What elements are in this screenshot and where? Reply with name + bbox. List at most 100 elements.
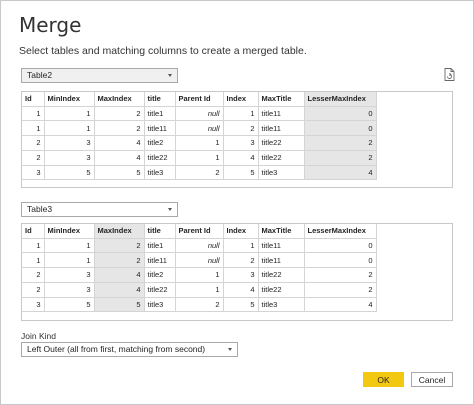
table-cell: 4 [304,165,377,181]
table-cell: 4 [94,135,145,151]
table-row: 2 3 4 title2 1 3 title22 2 [22,135,377,151]
column-header[interactable]: Index [223,224,259,239]
table-cell: 3 [44,282,95,298]
column-header[interactable]: Index [223,92,259,107]
table-cell: 3 [22,165,45,181]
table-cell: 1 [22,252,45,269]
table-cell: 2 [94,238,145,254]
table-cell: 5 [94,165,145,181]
first-table-grid: Id MinIndex MaxIndex title Parent Id Index Max… [22,92,377,181]
table-cell: null [175,238,224,254]
table-header-row: Id MinIndex MaxIndex title Parent Id Index Max… [22,224,377,239]
first-table-dropdown[interactable]: Table2 [21,68,178,83]
table-cell: 4 [223,150,259,166]
table-row: 2 3 4 title22 1 4 title22 2 [22,150,377,166]
table-cell: 5 [44,297,95,313]
table-cell: 2 [94,106,145,122]
cancel-button[interactable]: Cancel [411,372,453,387]
column-header[interactable]: LesserMaxIndex [304,92,377,107]
table-cell: 2 [22,135,45,151]
table-cell: title11 [258,106,305,122]
table-cell: 2 [94,120,145,137]
table-cell: title11 [258,120,305,137]
table-cell: title1 [144,106,176,122]
table-cell: 2 [223,252,259,269]
table-cell: 0 [304,238,377,254]
table-header-row: Id MinIndex MaxIndex title Parent Id Index Max… [22,92,377,107]
column-header[interactable]: MinIndex [44,224,95,239]
table-cell: 1 [175,135,224,151]
table-cell: 3 [223,267,259,283]
table-row: 3 5 5 title3 2 5 title3 4 [22,165,377,181]
table-cell: 0 [304,252,377,269]
table-cell: title3 [144,165,176,181]
table-cell: title2 [144,135,176,151]
table-cell: 1 [175,282,224,298]
join-kind-value: Left Outer (all from first, matching fro… [27,344,206,354]
table-cell: 0 [304,120,377,137]
table-cell: title11 [258,252,305,269]
table-cell: 2 [175,297,224,313]
table-cell: title22 [144,150,176,166]
second-table-grid: Id MinIndex MaxIndex title Parent Id Index Max… [22,224,377,313]
table-row: 1 1 2 title1 null 1 title11 0 [22,238,377,254]
table-cell: 1 [22,238,45,254]
column-header[interactable]: MaxTitle [258,92,305,107]
table-row: 2 3 4 title2 1 3 title22 2 [22,267,377,283]
table-cell: 2 [304,267,377,283]
table-row: 2 3 4 title22 1 4 title22 2 [22,282,377,298]
table-cell: title22 [258,282,305,298]
table-cell: 2 [22,150,45,166]
join-kind-label: Join Kind [21,331,56,341]
table-cell: 1 [44,106,95,122]
first-table-preview: Id MinIndex MaxIndex title Parent Id Index Max… [21,91,453,188]
table-cell: null [175,252,224,269]
column-header[interactable]: title [144,224,176,239]
second-table-dropdown-value: Table3 [27,204,53,214]
table-cell: 1 [175,267,224,283]
table-cell: 2 [22,267,45,283]
table-row: 1 1 2 title11 null 2 title11 0 [22,252,377,269]
second-table-preview: Id MinIndex MaxIndex title Parent Id Index Max… [21,223,453,321]
column-header[interactable]: MaxTitle [258,224,305,239]
column-header[interactable]: LesserMaxIndex [304,224,377,239]
column-header[interactable]: Parent Id [175,92,224,107]
table-cell: 5 [44,165,95,181]
table-cell: 3 [223,135,259,151]
table-cell: 3 [22,297,45,313]
table-cell: title22 [258,135,305,151]
column-header[interactable]: Id [22,92,45,107]
table-cell: 2 [22,282,45,298]
table-cell: title3 [258,297,305,313]
column-header[interactable]: MinIndex [44,92,95,107]
table-cell: null [175,106,224,122]
table-cell: 3 [44,267,95,283]
column-header[interactable]: title [144,92,176,107]
join-kind-dropdown[interactable]: Left Outer (all from first, matching fro… [21,342,238,357]
column-header[interactable]: MaxIndex [94,92,145,107]
table-cell: 1 [223,106,259,122]
ok-button[interactable]: OK [363,372,404,387]
column-header[interactable]: Parent Id [175,224,224,239]
second-table-dropdown[interactable]: Table3 [21,202,178,217]
table-cell: 1 [223,238,259,254]
table-cell: title2 [144,267,176,283]
column-header[interactable]: Id [22,224,45,239]
table-cell: title22 [258,150,305,166]
table-cell: 4 [94,150,145,166]
chevron-down-icon [228,348,232,351]
table-cell: 3 [44,150,95,166]
table-cell: 3 [44,135,95,151]
column-header[interactable]: MaxIndex [94,224,145,239]
table-cell: title11 [144,252,176,269]
merge-dialog: Merge Select tables and matching columns… [0,0,474,405]
table-cell: 2 [223,120,259,137]
table-cell: 4 [94,267,145,283]
dialog-subtitle: Select tables and matching columns to cr… [19,45,307,57]
table-cell: 1 [44,120,95,137]
document-refresh-icon[interactable] [443,68,455,81]
table-cell: 2 [304,135,377,151]
table-cell: 1 [44,252,95,269]
table-cell: title22 [258,267,305,283]
table-cell: 1 [22,120,45,137]
